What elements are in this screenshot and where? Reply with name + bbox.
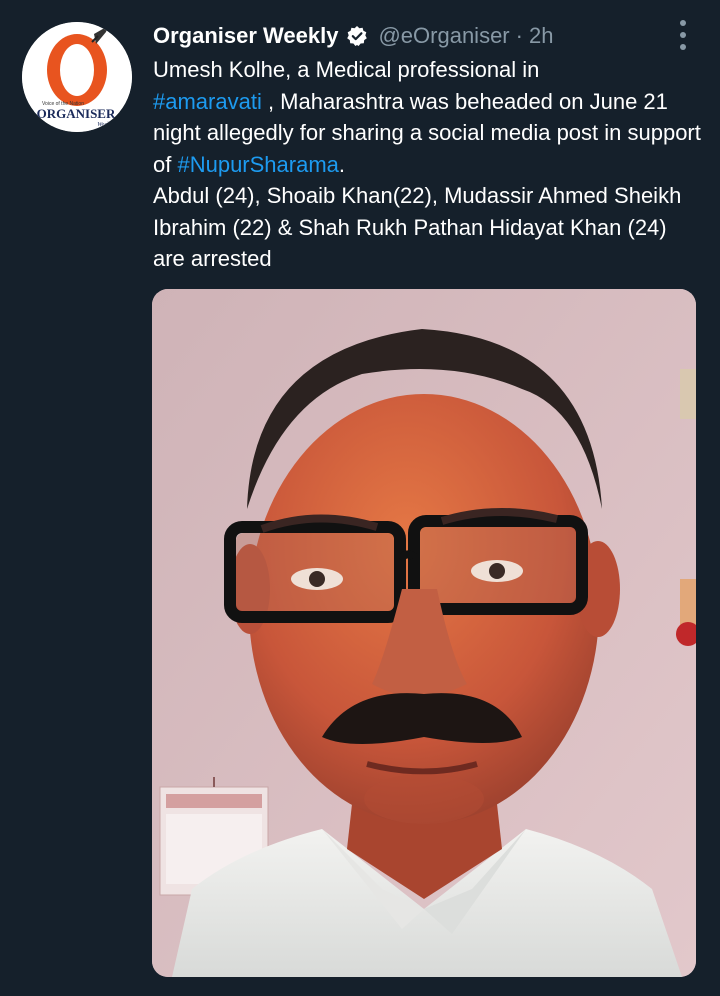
verified-badge-icon [346,25,368,47]
separator-dot: · [515,23,523,48]
more-options-icon[interactable] [676,20,690,50]
display-name[interactable]: Organiser Weekly [153,23,338,49]
tweet-text: Umesh Kolhe, a Medical professional in #a… [153,54,701,275]
tweet-text-segment: . [338,151,346,177]
timestamp[interactable]: 2h [529,23,553,49]
svg-text:Weekly: Weekly [97,122,114,128]
hashtag-amaravati[interactable]: #amaravati [153,89,262,114]
user-handle[interactable]: @eOrganiser [378,23,509,49]
tweet-header: Organiser Weekly @eOrganiser · 2h [153,20,553,52]
avatar[interactable]: Voice of the Nation ORGANISER Weekly [22,22,132,132]
portrait-photo [152,289,696,977]
tweet-paragraph-1: Umesh Kolhe, a Medical professional in #a… [153,54,701,180]
tweet-paragraph-2: Abdul (24), Shoaib Khan(22), Mudassir Ah… [153,183,682,271]
tweet-photo[interactable] [152,289,696,977]
organiser-logo-icon: Voice of the Nation ORGANISER Weekly [22,22,132,132]
tweet: Voice of the Nation ORGANISER Weekly Org… [0,0,720,996]
hashtag-nupursharama[interactable]: #NupurSharama [177,152,338,177]
svg-text:ORGANISER: ORGANISER [37,106,116,121]
tweet-text-segment: Umesh Kolhe, a Medical professional in [153,57,540,82]
